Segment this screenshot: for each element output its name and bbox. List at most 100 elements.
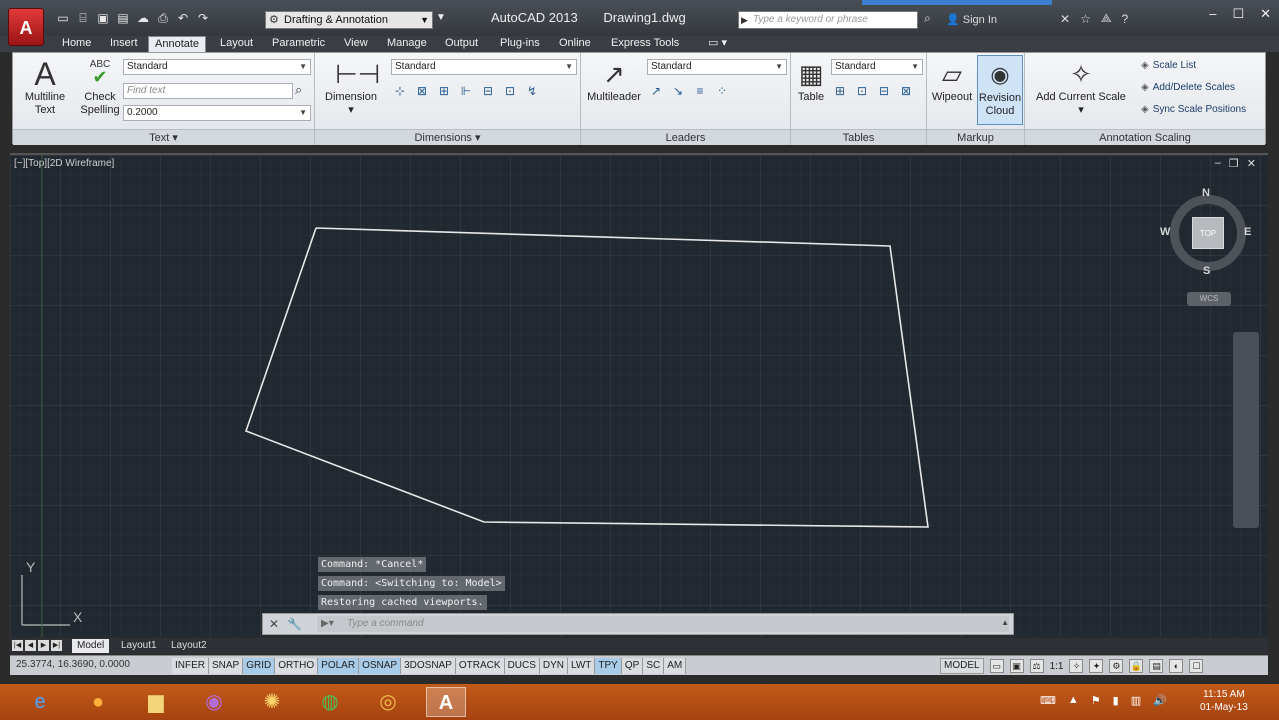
find-text-input[interactable]: Find text [123, 83, 293, 99]
help-icon[interactable]: ? [1122, 12, 1129, 26]
sign-in-button[interactable]: 👤 Sign In [946, 13, 997, 26]
text-panel-title[interactable]: Text ▾ [13, 129, 314, 145]
text-style-select[interactable]: Standard ▼ [123, 59, 311, 75]
link-data-icon[interactable]: ⊡ [853, 83, 871, 99]
status-toggle-dyn[interactable]: DYN [539, 658, 569, 674]
compass-east[interactable]: E [1244, 226, 1251, 238]
workspace-select[interactable]: ⚙ Drafting & Annotation ▼ [265, 11, 433, 29]
globe-icon[interactable]: ◍ [310, 687, 350, 717]
layout-tab-model[interactable]: Model [72, 639, 110, 653]
layout-tab-layout1[interactable]: Layout1 [116, 639, 162, 653]
status-toggle-am[interactable]: AM [664, 658, 687, 674]
tab-plug-ins[interactable]: Plug-ins [494, 36, 546, 52]
first-tab-icon[interactable]: |◀ [12, 640, 23, 651]
download-data-icon[interactable]: ⊟ [875, 83, 893, 99]
dim-jog-icon[interactable]: ↯ [523, 83, 541, 99]
dimension-style-select[interactable]: Standard ▼ [391, 59, 577, 75]
star-icon[interactable]: ☆ [1080, 12, 1091, 26]
model-space-toggle[interactable]: MODEL [940, 658, 984, 674]
quick-view-drawings-icon[interactable]: ▣ [1009, 659, 1024, 673]
status-toggle-otrack[interactable]: OTRACK [455, 658, 505, 674]
next-tab-icon[interactable]: ▶ [38, 640, 49, 651]
status-toggle-polar[interactable]: POLAR [318, 658, 360, 674]
open-icon[interactable]: ⌸ [75, 10, 91, 26]
media-player-icon[interactable]: ◉ [194, 687, 234, 717]
maximize-icon[interactable]: ☐ [1232, 6, 1244, 22]
markup-panel-title[interactable]: Markup [927, 129, 1024, 145]
cloud-icon[interactable]: ☁ [135, 10, 151, 26]
file-explorer-icon[interactable]: ▆ [136, 687, 176, 717]
minimize-icon[interactable]: – [1209, 6, 1216, 22]
status-toggle-lwt[interactable]: LWT [568, 658, 596, 674]
firefox-icon[interactable]: ● [78, 687, 118, 717]
close-icon[interactable]: ✕ [269, 617, 279, 631]
align-leaders-icon[interactable]: ≡ [691, 83, 709, 99]
volume-icon[interactable]: 🔊 [1153, 694, 1167, 707]
save-icon[interactable]: ▣ [95, 10, 111, 26]
compass-north[interactable]: N [1202, 187, 1210, 199]
last-tab-icon[interactable]: ▶| [51, 640, 62, 651]
add-leader-icon[interactable]: ↗ [647, 83, 665, 99]
quick-view-layouts-icon[interactable]: ▭ [989, 659, 1004, 673]
table-button[interactable]: ▦ Table [793, 59, 829, 104]
check-spelling-button[interactable]: ABC ✔ Check Spelling [77, 59, 123, 117]
viewcube-top-face[interactable]: TOP [1192, 217, 1224, 249]
application-menu-button[interactable]: A [8, 8, 44, 46]
undo-icon[interactable]: ↶ [175, 10, 191, 26]
dim-space-icon[interactable]: ⊡ [501, 83, 519, 99]
find-replace-icon[interactable]: ⌕ [295, 82, 302, 98]
add-current-scale-button[interactable]: ✧ Add Current Scale ▾ [1029, 59, 1133, 117]
status-toggle-osnap[interactable]: OSNAP [359, 658, 402, 674]
chevron-up-icon[interactable]: ▲ [1001, 618, 1009, 627]
dimensions-panel-title[interactable]: Dimensions ▾ [315, 129, 580, 145]
chrome-icon[interactable]: ◎ [368, 687, 408, 717]
search-input[interactable]: ▶ Type a keyword or phrase [738, 11, 918, 29]
extract-data-icon[interactable]: ⊞ [831, 83, 849, 99]
dim-break-icon[interactable]: ⊹ [391, 83, 409, 99]
tab-insert[interactable]: Insert [104, 36, 144, 52]
upload-data-icon[interactable]: ⊠ [897, 83, 915, 99]
coordinates-readout[interactable]: 25.3774, 16.3690, 0.0000 [16, 659, 130, 670]
command-input[interactable]: ▶▾ Type a command [317, 616, 1009, 632]
multileader-style-select[interactable]: Standard ▼ [647, 59, 787, 75]
command-prompt-icon[interactable]: ▶▾ [321, 616, 334, 632]
battery-icon[interactable]: ▮ [1113, 694, 1119, 707]
autocad-taskbar-icon[interactable]: A [426, 687, 466, 717]
close-icon[interactable]: ✕ [1260, 6, 1271, 22]
tab-annotate[interactable]: Annotate [148, 36, 207, 52]
workspace-switch-icon[interactable]: ⚙ [1109, 659, 1124, 673]
redo-icon[interactable]: ↷ [195, 10, 211, 26]
tab-output[interactable]: Output [439, 36, 484, 52]
annotation-visibility-icon[interactable]: ✧ [1069, 659, 1084, 673]
status-toggle-ducs[interactable]: DUCS [504, 658, 540, 674]
polyline-outline[interactable] [244, 227, 929, 528]
save-as-icon[interactable]: ▤ [115, 10, 131, 26]
dim-adjust-icon[interactable]: ⊠ [413, 83, 431, 99]
wipeout-button[interactable]: ▱ Wipeout [929, 59, 975, 104]
text-height-select[interactable]: 0.2000 ▼ [123, 105, 311, 121]
table-style-select[interactable]: Standard ▼ [831, 59, 923, 75]
multiline-text-button[interactable]: A Multiline Text [21, 58, 69, 117]
plot-icon[interactable]: ⎙ [155, 10, 171, 26]
status-toggle-ortho[interactable]: ORTHO [275, 658, 319, 674]
polyline-shape[interactable] [10, 155, 1268, 637]
internet-explorer-icon[interactable]: e [20, 687, 60, 717]
qat-customize-icon[interactable]: ▼ [436, 12, 446, 23]
status-toggle-snap[interactable]: SNAP [209, 658, 244, 674]
tab-layout[interactable]: Layout [214, 36, 259, 52]
status-toggle-sc[interactable]: SC [643, 658, 665, 674]
tab-express-tools[interactable]: Express Tools [605, 36, 685, 52]
clean-screen-icon[interactable]: ☐ [1189, 659, 1204, 673]
remove-leader-icon[interactable]: ↘ [669, 83, 687, 99]
tab-online[interactable]: Online [553, 36, 597, 52]
wrench-icon[interactable]: 🔧 [287, 617, 302, 631]
compass-south[interactable]: S [1203, 265, 1210, 277]
taskbar-clock[interactable]: 11:15 AM 01-May-13 [1200, 688, 1248, 714]
flag-icon[interactable]: ⚑ [1091, 694, 1101, 707]
ribbon-toggle-icon[interactable]: ▭ ▾ [702, 36, 733, 52]
exchange-icon[interactable]: ✕ [1060, 12, 1070, 26]
new-icon[interactable]: ▭ [55, 10, 71, 26]
navigation-bar[interactable] [1233, 332, 1259, 528]
compass-west[interactable]: W [1160, 226, 1170, 238]
status-toggle-grid[interactable]: GRID [243, 658, 276, 674]
